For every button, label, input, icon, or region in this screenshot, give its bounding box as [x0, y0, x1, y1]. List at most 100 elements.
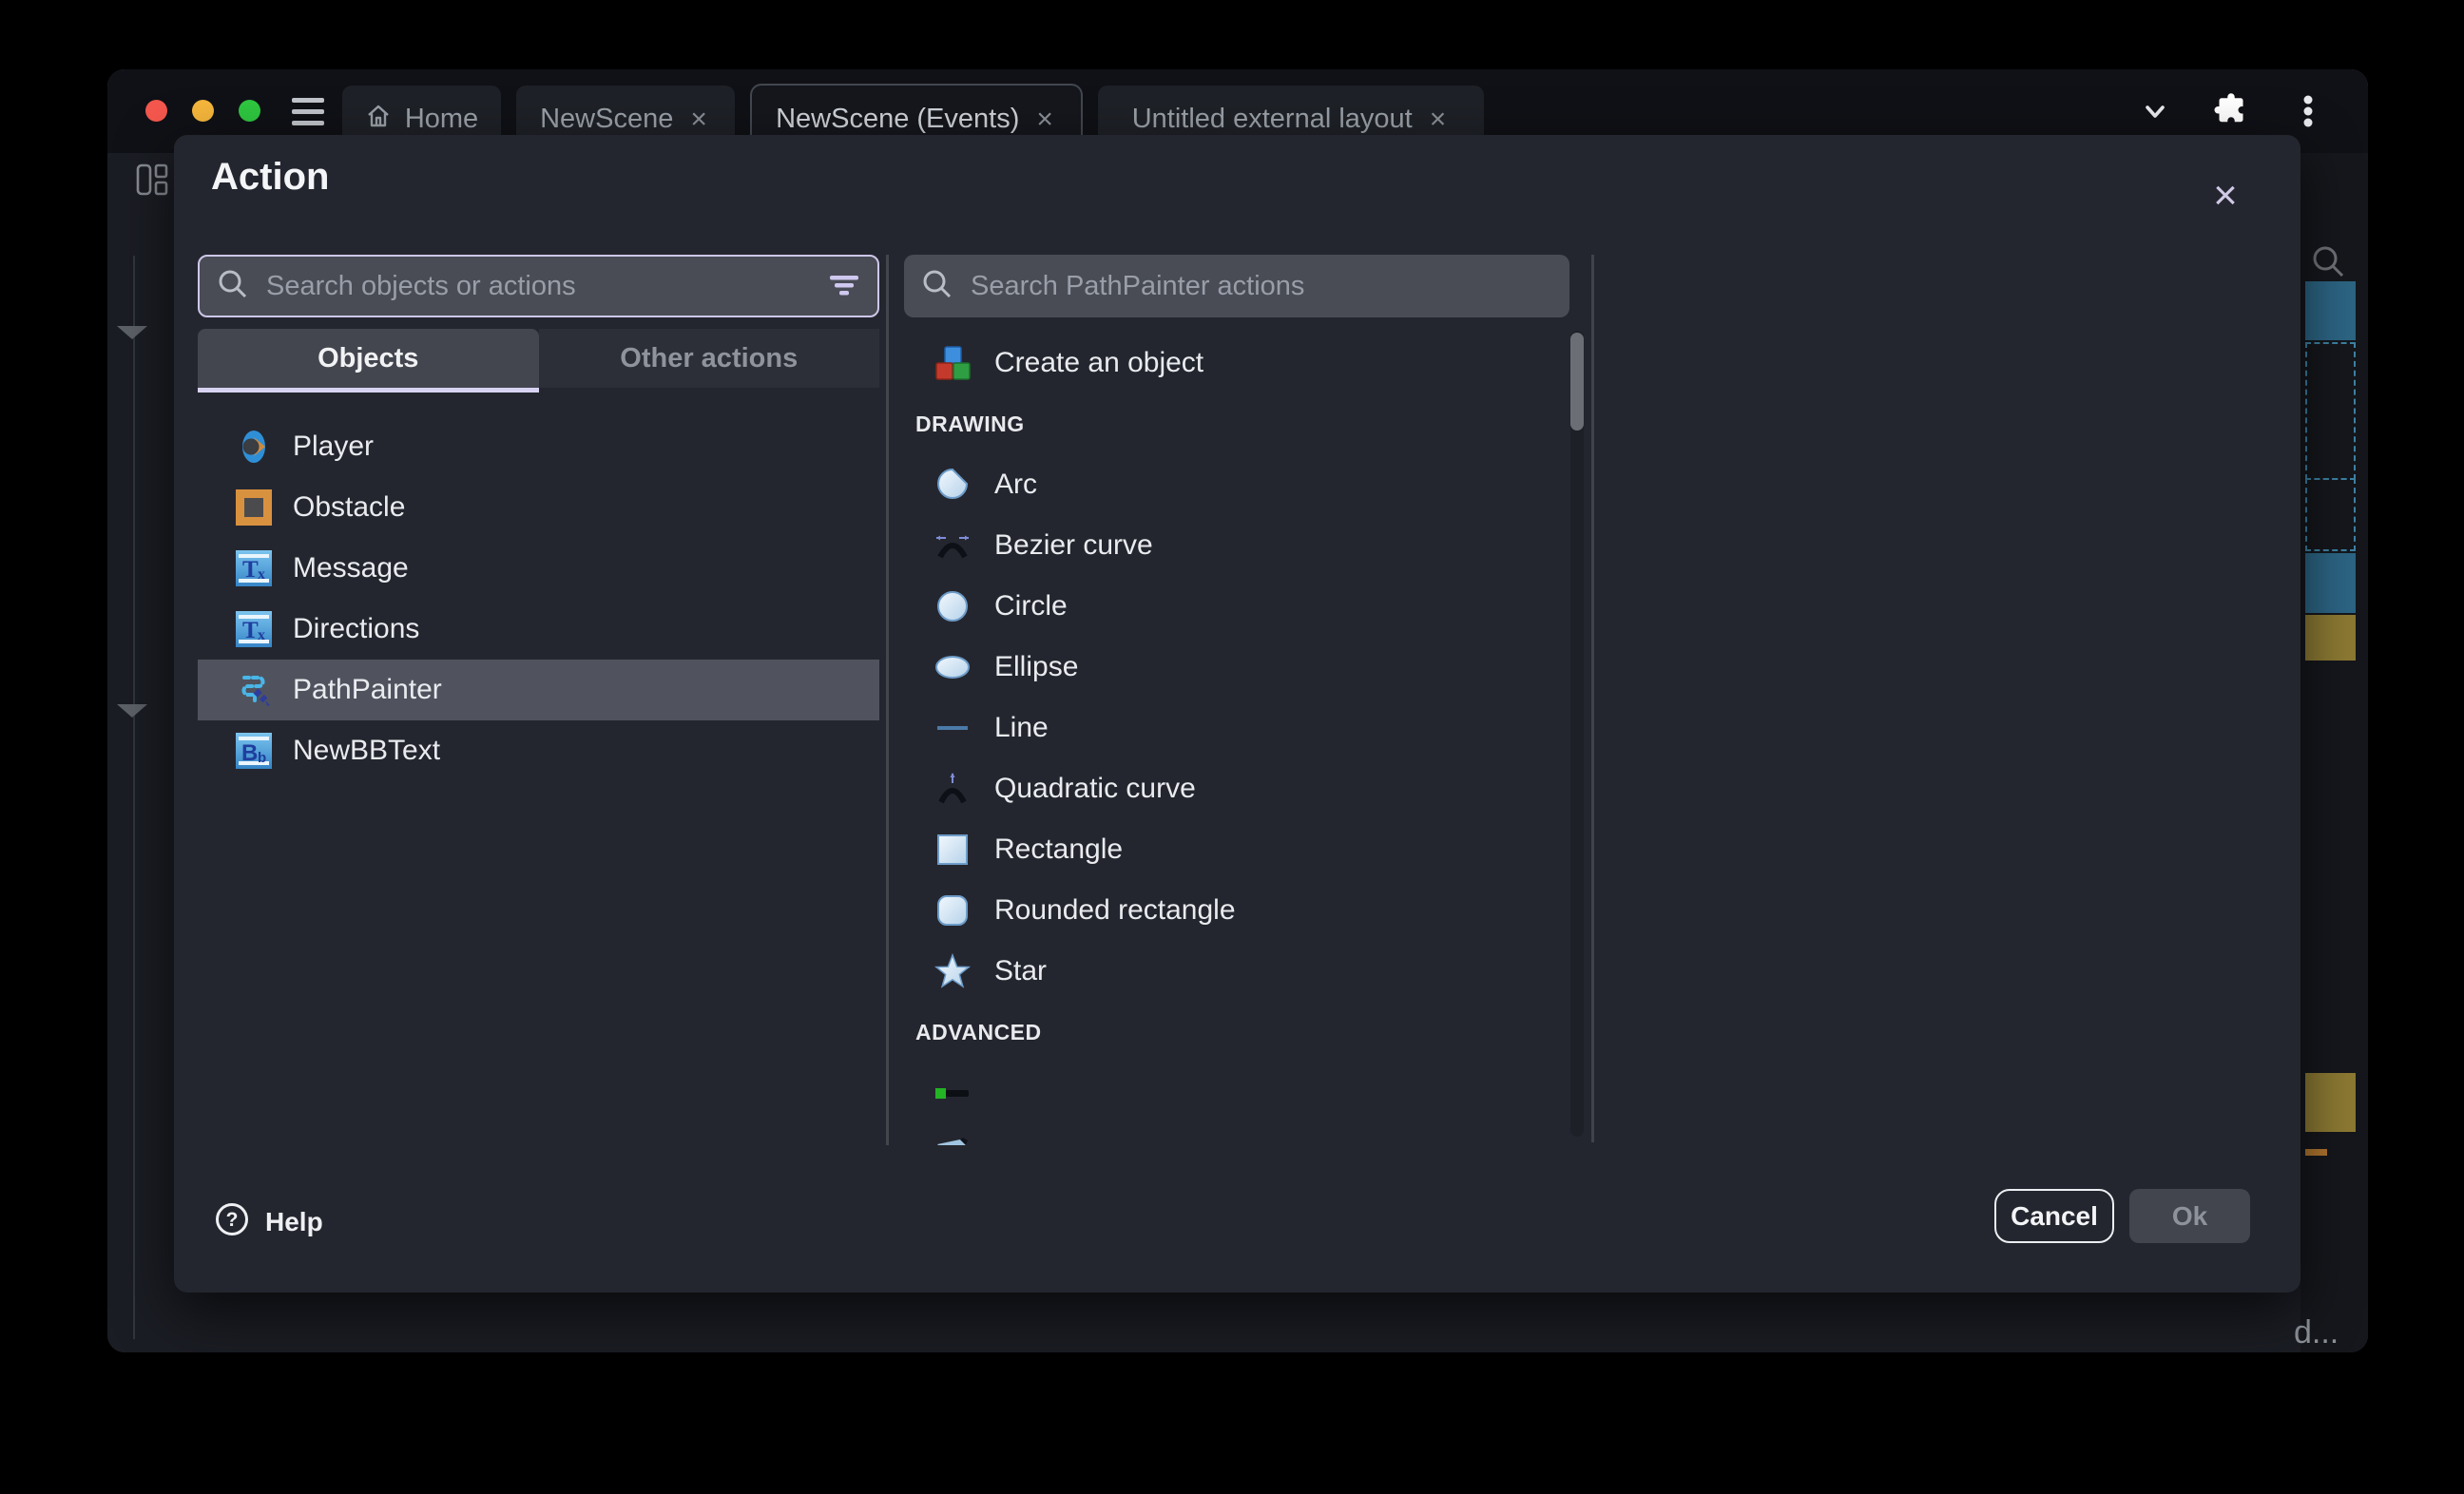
- action-label: Bezier curve: [994, 529, 1153, 562]
- svg-text:?: ?: [226, 1209, 239, 1231]
- action-item-bezier-curve[interactable]: Bezier curve: [904, 515, 1569, 576]
- action-label: Ellipse: [994, 651, 1078, 683]
- tab-label: NewScene (Events): [776, 104, 1019, 135]
- action-list: Create an object DRAWING Arc Bezier curv…: [904, 325, 1569, 1145]
- help-label: Help: [265, 1207, 323, 1237]
- actions-search-input[interactable]: [969, 270, 1552, 303]
- cancel-button[interactable]: Cancel: [1994, 1189, 2114, 1243]
- zoom-window-button[interactable]: [239, 100, 260, 122]
- close-window-button[interactable]: [145, 100, 167, 122]
- scrollbar-thumb[interactable]: [1570, 333, 1584, 431]
- svg-text:B: B: [241, 740, 258, 766]
- minimize-window-button[interactable]: [192, 100, 214, 122]
- extensions-puzzle-icon[interactable]: [2212, 92, 2250, 135]
- cutoff-item-icon: [934, 1135, 972, 1145]
- list-item-directions[interactable]: Tx Directions: [198, 599, 879, 660]
- list-item-newbbtext[interactable]: Bb NewBBText: [198, 720, 879, 781]
- close-tab-icon[interactable]: ×: [1032, 104, 1057, 136]
- event-block: [2305, 615, 2356, 661]
- object-name: NewBBText: [293, 735, 440, 767]
- action-label: Rectangle: [994, 833, 1123, 866]
- action-item-create-object[interactable]: Create an object: [904, 333, 1569, 393]
- obstacle-icon: [236, 489, 272, 526]
- tab-label: Untitled external layout: [1132, 104, 1413, 135]
- tree-expander-icon[interactable]: [117, 326, 147, 339]
- clipped-background-text: d...: [2294, 1314, 2339, 1351]
- close-dialog-icon[interactable]: ×: [2199, 169, 2252, 222]
- close-tab-icon[interactable]: ×: [1426, 104, 1451, 136]
- action-item-rounded-rectangle[interactable]: Rounded rectangle: [904, 880, 1569, 941]
- svg-text:T: T: [242, 557, 259, 583]
- circle-icon: [934, 587, 972, 625]
- action-item-cutoff[interactable]: [904, 1123, 1569, 1145]
- layout-panels-icon[interactable]: [136, 163, 168, 201]
- action-label: Star: [994, 955, 1047, 987]
- star-icon: [934, 952, 972, 990]
- svg-text:b: b: [258, 750, 266, 766]
- object-name: Message: [293, 552, 409, 584]
- line-icon: [934, 709, 972, 747]
- object-name: PathPainter: [293, 674, 442, 706]
- action-item-begin-fill-path[interactable]: [904, 1063, 1569, 1123]
- object-list: Player Obstacle Tx Message Tx Directi: [198, 416, 879, 781]
- help-button[interactable]: ? Help: [214, 1201, 323, 1242]
- bbtext-icon: Bb: [236, 733, 272, 769]
- svg-text:T: T: [242, 618, 259, 643]
- tab-label: NewScene: [540, 104, 673, 135]
- action-item-rectangle[interactable]: Rectangle: [904, 819, 1569, 880]
- tab-label: Objects: [318, 343, 418, 374]
- create-object-icon: [934, 344, 972, 382]
- panel-divider: [886, 255, 889, 1145]
- tree-expander-icon[interactable]: [117, 704, 147, 718]
- path-painter-icon: [236, 672, 272, 708]
- svg-text:x: x: [258, 566, 265, 583]
- begin-fill-path-icon: [934, 1074, 972, 1112]
- action-item-circle[interactable]: Circle: [904, 576, 1569, 637]
- action-item-ellipse[interactable]: Ellipse: [904, 637, 1569, 698]
- kebab-menu-icon[interactable]: [2290, 92, 2326, 135]
- text-object-icon: Tx: [236, 611, 272, 647]
- search-icon: [921, 268, 953, 305]
- action-list-scrollbar[interactable]: [1570, 331, 1584, 1137]
- event-block: [2305, 553, 2356, 613]
- screen: Home NewScene × NewScene (Events) × Unti…: [0, 0, 2464, 1494]
- event-tree-line: [133, 256, 135, 1339]
- object-panel-tabs: Objects Other actions: [198, 329, 879, 388]
- bezier-curve-icon: [934, 527, 972, 565]
- action-item-star[interactable]: Star: [904, 941, 1569, 1002]
- list-item-obstacle[interactable]: Obstacle: [198, 477, 879, 538]
- section-header: DRAWING: [904, 393, 1569, 454]
- action-dialog: Action × Ob: [174, 135, 2300, 1293]
- text-object-icon: Tx: [236, 550, 272, 586]
- object-name: Directions: [293, 613, 419, 645]
- tab-objects[interactable]: Objects: [198, 329, 539, 388]
- event-block-sliver: [2305, 1149, 2327, 1156]
- action-label: Create an object: [994, 347, 1203, 379]
- ellipse-icon: [934, 648, 972, 686]
- close-tab-icon[interactable]: ×: [686, 104, 711, 136]
- objects-search-input[interactable]: [264, 270, 813, 303]
- action-item-quadratic-curve[interactable]: Quadratic curve: [904, 758, 1569, 819]
- action-item-arc[interactable]: Arc: [904, 454, 1569, 515]
- list-item-message[interactable]: Tx Message: [198, 538, 879, 599]
- action-label: Circle: [994, 590, 1068, 622]
- main-menu-button[interactable]: [292, 98, 324, 125]
- action-label: Quadratic curve: [994, 773, 1196, 805]
- action-item-line[interactable]: Line: [904, 698, 1569, 758]
- action-label: Rounded rectangle: [994, 894, 1236, 927]
- arc-icon: [934, 466, 972, 504]
- tab-other-actions[interactable]: Other actions: [539, 329, 880, 388]
- search-events-icon[interactable]: [2311, 244, 2347, 285]
- list-edge-divider: [1591, 255, 1594, 1142]
- action-label: Line: [994, 712, 1049, 744]
- list-item-pathpainter[interactable]: PathPainter: [198, 660, 879, 720]
- player-icon: [236, 429, 272, 465]
- chevron-down-icon[interactable]: [2138, 94, 2172, 133]
- list-item-player[interactable]: Player: [198, 416, 879, 477]
- tab-label: Other actions: [620, 343, 798, 374]
- traffic-lights: [145, 100, 260, 122]
- help-icon: ?: [214, 1201, 250, 1242]
- tab-label: Home: [405, 104, 478, 135]
- ok-button[interactable]: Ok: [2129, 1189, 2250, 1243]
- filter-icon[interactable]: [828, 268, 860, 305]
